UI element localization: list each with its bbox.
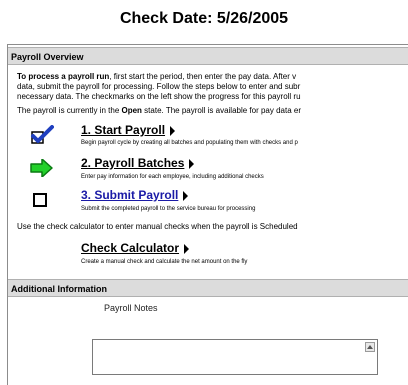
payroll-notes-label: Payroll Notes xyxy=(104,303,158,313)
status-prefix: The payroll is currently in the xyxy=(17,106,122,115)
intro-line-2: data, submit the payroll for processing.… xyxy=(17,82,301,91)
check-calculator-link[interactable]: Check Calculator xyxy=(81,241,190,255)
check-calculator-note: Use the check calculator to enter manual… xyxy=(17,222,298,231)
start-payroll-description: Begin payroll cycle by creating all batc… xyxy=(81,140,298,146)
scroll-up-icon[interactable] xyxy=(365,342,375,352)
checkmark-icon xyxy=(31,125,54,144)
additional-information-header: Additional Information xyxy=(8,279,408,297)
empty-checkbox-icon xyxy=(33,193,47,207)
chevron-right-icon xyxy=(183,190,189,201)
start-payroll-label: 1. Start Payroll xyxy=(81,123,166,137)
intro-line-1: To process a payroll run, first start th… xyxy=(17,72,408,82)
submit-payroll-link[interactable]: 3. Submit Payroll xyxy=(81,188,189,202)
intro-line-1-text: , first start the period, then enter the… xyxy=(109,72,297,81)
chevron-right-icon xyxy=(170,125,176,136)
payroll-panel: Payroll Overview To process a payroll ru… xyxy=(7,44,408,385)
green-arrow-icon xyxy=(30,159,53,177)
status-state: Open xyxy=(121,106,142,115)
check-calculator-label: Check Calculator xyxy=(81,241,180,255)
payroll-batches-description: Enter pay information for each employee,… xyxy=(81,174,264,180)
payroll-batches-link[interactable]: 2. Payroll Batches xyxy=(81,156,195,170)
check-calculator-description: Create a manual check and calculate the … xyxy=(81,259,248,265)
payroll-batches-label: 2. Payroll Batches xyxy=(81,156,185,170)
submit-payroll-description: Submit the completed payroll to the serv… xyxy=(81,206,256,212)
payroll-overview-header: Payroll Overview xyxy=(8,47,408,65)
submit-payroll-label: 3. Submit Payroll xyxy=(81,188,179,202)
intro-line-3: necessary data. The checkmarks on the le… xyxy=(17,92,301,101)
payroll-notes-field[interactable] xyxy=(92,339,378,375)
page-title: Check Date: 5/26/2005 xyxy=(119,10,289,27)
status-suffix: state. The payroll is available for pay … xyxy=(141,106,302,115)
chevron-right-icon xyxy=(189,158,195,169)
chevron-right-icon xyxy=(184,243,190,254)
payroll-status: The payroll is currently in the Open sta… xyxy=(17,106,408,116)
intro-bold: To process a payroll run xyxy=(17,72,110,81)
start-payroll-link[interactable]: 1. Start Payroll xyxy=(81,123,176,137)
